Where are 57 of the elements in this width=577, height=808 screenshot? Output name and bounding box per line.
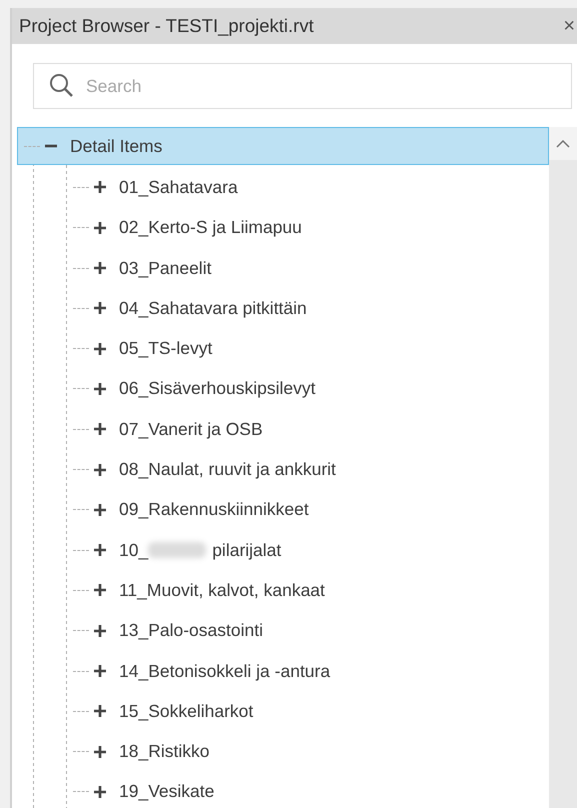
window-title: Project Browser - TESTI_projekti.rvt — [19, 15, 314, 37]
tree-item[interactable]: 04_Sahatavara pitkittäin — [17, 288, 549, 328]
expand-icon[interactable] — [93, 382, 107, 396]
item-label: 11_Muovit, kalvot, kankaat — [119, 580, 325, 601]
item-label: pilarijalat — [212, 540, 282, 561]
tree-item[interactable]: 13_Palo-osastointi — [17, 610, 549, 651]
item-label: 05_TS-levyt — [119, 338, 212, 360]
tree-item[interactable]: 06_Sisäverhouskipsilevyt — [17, 368, 549, 410]
expand-icon[interactable] — [93, 342, 107, 356]
tree-item[interactable]: 01_Sahatavara — [17, 167, 549, 208]
expand-icon[interactable] — [93, 422, 107, 436]
tree-item[interactable]: 02_Kerto-S ja Liimapuu — [17, 208, 549, 248]
item-label: Detail Items — [70, 136, 162, 156]
item-label: 01_Sahatavara — [119, 176, 238, 198]
item-label: 15_Sokkeliharkot — [119, 700, 254, 722]
expand-icon[interactable] — [93, 543, 107, 558]
expand-icon[interactable] — [93, 301, 107, 316]
expand-icon[interactable] — [93, 261, 107, 276]
tree-item[interactable]: 03_Paneelit — [17, 248, 549, 288]
scroll-up-icon[interactable] — [556, 140, 570, 148]
item-label: 08_Naulat, ruuvit ja ankkurit — [119, 459, 336, 480]
item-label: 19_Vesikate — [119, 781, 214, 802]
expand-icon[interactable] — [93, 220, 107, 235]
item-label: 06_Sisäverhouskipsilevyt — [119, 378, 316, 400]
item-label: 14_Betonisokkeli ja -antura — [119, 660, 330, 682]
expand-icon[interactable] — [93, 583, 107, 598]
expand-icon[interactable] — [93, 624, 107, 638]
item-label: 02_Kerto-S ja Liimapuu — [119, 217, 302, 238]
expand-icon[interactable] — [93, 784, 107, 799]
tree-item[interactable]: 08_Naulat, ruuvit ja ankkurit — [17, 449, 549, 490]
close-button[interactable]: × — [563, 14, 575, 38]
tree-item[interactable]: 10_ pilarijalat — [17, 530, 549, 570]
item-label: 03_Paneelit — [119, 258, 212, 279]
tree-item[interactable]: 19_Vesikate — [17, 772, 549, 808]
item-label: 07_Vanerit ja OSB — [119, 418, 263, 440]
expand-icon[interactable] — [93, 180, 107, 194]
tree-item[interactable]: 18_Ristikko — [17, 731, 549, 772]
search-icon — [49, 73, 75, 99]
expand-icon[interactable] — [93, 744, 107, 759]
item-label: 10_ — [119, 540, 148, 561]
item-label: 18_Ristikko — [119, 741, 210, 762]
tree-item[interactable]: 09_Rakennuskiinnikkeet — [17, 490, 549, 530]
item-label: 13_Palo-osastointi — [119, 620, 263, 642]
expand-icon[interactable] — [93, 664, 107, 678]
item-label: 04_Sahatavara pitkittäin — [119, 298, 307, 319]
item-label: 09_Rakennuskiinnikkeet — [119, 499, 309, 520]
tree-item[interactable]: 14_Betonisokkeli ja -antura — [17, 650, 549, 692]
tree-item[interactable]: Detail Items — [17, 127, 549, 165]
search-field[interactable]: Search — [33, 63, 572, 109]
tree-item[interactable]: 15_Sokkeliharkot — [17, 691, 549, 732]
expand-icon[interactable] — [93, 502, 107, 517]
expand-icon[interactable] — [93, 462, 107, 477]
expand-icon[interactable] — [93, 704, 107, 718]
tree-item[interactable]: 11_Muovit, kalvot, kankaat — [17, 570, 549, 611]
tree-item[interactable]: 05_TS-levyt — [17, 328, 549, 369]
scrollbar[interactable] — [549, 127, 577, 808]
tree-item[interactable]: 07_Vanerit ja OSB — [17, 409, 549, 450]
